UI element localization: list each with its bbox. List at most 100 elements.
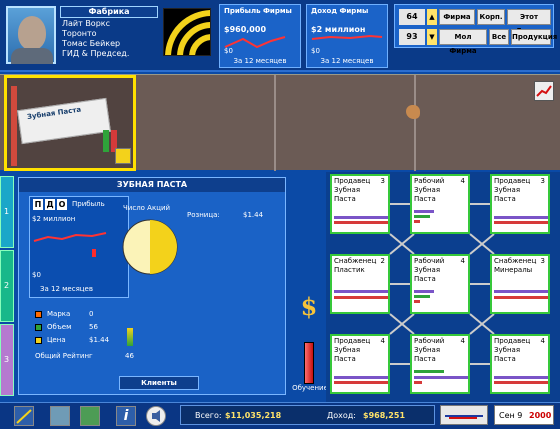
speaker-icon[interactable] (146, 406, 166, 426)
volume-value: 56 (89, 323, 98, 331)
income-footer: За 12 месяцев (320, 57, 374, 65)
pdo-p-button[interactable]: П (33, 199, 43, 210)
unit-sales-3[interactable]: Продавец 4 Зубная Паста (330, 334, 390, 394)
toothpaste-unit-cell[interactable]: Зубная Паста (4, 75, 136, 171)
tab-2[interactable]: 2 (0, 250, 14, 322)
world-icon[interactable] (80, 406, 100, 426)
unit-line-1: Зубная (494, 186, 521, 194)
toothpaste-box: Зубная Паста (17, 97, 111, 145)
product-title: ЗУБНАЯ ПАСТА (19, 178, 285, 192)
rating-label: Общий Рейтинг (35, 352, 93, 360)
rating-value: 46 (125, 352, 134, 360)
unit-number: 3 (540, 257, 545, 265)
unit-sales-4[interactable]: Продавец 4 Зубная Паста (490, 334, 550, 394)
income-label: Доход: (327, 411, 356, 420)
unit-worker-3[interactable]: Рабочий 4 Зубная Паста (410, 334, 470, 394)
chart-icon[interactable] (14, 406, 34, 426)
empty-cell-2[interactable] (276, 75, 416, 171)
retail-value: $1.44 (243, 211, 264, 219)
date-year: 2000 (529, 411, 552, 420)
tab-2-label: 2 (4, 281, 10, 290)
this-city-button[interactable]: Этот Город (507, 9, 551, 35)
unit-sales-2[interactable]: Продавец 3 Зубная Паста (490, 174, 550, 234)
arrow-up-icon[interactable]: ▲ (427, 9, 437, 25)
volume-swatch (35, 324, 42, 331)
unit-line-1: Минералы (494, 266, 533, 274)
profit-title: Прибыль Фирмы (224, 7, 292, 15)
corp-button[interactable]: Корп. (477, 9, 505, 25)
tab-1[interactable]: 1 (0, 176, 14, 248)
training-bar (304, 342, 314, 384)
empty-cell-3[interactable] (406, 75, 560, 171)
retail-label: Розница: (187, 211, 220, 219)
tab-3-label: 3 (4, 355, 10, 364)
unit-line-1: Зубная (334, 186, 361, 194)
date-display: Сен 9 2000 (494, 405, 554, 425)
mini-graph[interactable] (440, 405, 488, 425)
unit-number: 4 (540, 337, 545, 345)
rating-bar (127, 328, 133, 346)
unit-worker-2[interactable]: Рабочий 4 Зубная Паста (410, 254, 470, 314)
all-button[interactable]: Все (489, 29, 509, 45)
my-firm-button[interactable]: Мол Фирма (439, 29, 487, 55)
shares-pie-chart (121, 218, 179, 276)
tab-1-label: 1 (4, 207, 10, 216)
profit-stat-panel[interactable]: Прибыль Фирмы $960,000 $0 За 12 месяцев (219, 4, 301, 68)
unit-number: 4 (460, 337, 465, 345)
unit-line-1: Зубная (334, 346, 361, 354)
dollar-icon[interactable]: $ (298, 292, 320, 322)
pdo-d-button[interactable]: Д (45, 199, 55, 210)
unit-sales-1[interactable]: Продавец 3 Зубная Паста (330, 174, 390, 234)
clients-button[interactable]: Клиенты (119, 376, 199, 390)
ceo-face (18, 16, 46, 50)
ceo-title: ГИД & Председ. (62, 49, 130, 58)
ceo-suit (11, 48, 53, 64)
arrow-down-icon[interactable]: ▼ (427, 29, 437, 45)
price-swatch (35, 337, 42, 344)
product-chart-box: П Д О Прибыль $2 миллион $0 За 12 месяце… (29, 196, 129, 298)
products-button[interactable]: Продукция (511, 29, 557, 45)
map-icon[interactable] (50, 406, 70, 426)
income-title: Доход Фирмы (311, 7, 369, 15)
company-logo (163, 8, 211, 56)
unit-number: 3 (380, 177, 385, 185)
unit-line-2: Паста (334, 195, 356, 203)
unit-purchase-1[interactable]: Снабженец 2 Пластик (330, 254, 390, 314)
shares-label: Число Акций (123, 204, 171, 212)
total-label: Всего: (195, 411, 222, 420)
product-chart-zero: $0 (32, 271, 41, 279)
info-icon[interactable]: i (116, 406, 136, 426)
tab-3[interactable]: 3 (0, 324, 14, 396)
unit-purchase-2[interactable]: Снабженец 3 Минералы (490, 254, 550, 314)
firm-count: 64 (399, 9, 425, 25)
unit-worker-1[interactable]: Рабочий 4 Зубная Паста (410, 174, 470, 234)
unit-line-1: Зубная (494, 346, 521, 354)
income-stat-panel[interactable]: Доход Фирмы $2 миллион $0 За 12 месяцев (306, 4, 388, 68)
product-chart-value: $2 миллион (32, 215, 76, 223)
profit-footer: За 12 месяцев (233, 57, 287, 65)
brand-value: 0 (89, 310, 94, 318)
company-name: Лайт Воркс (62, 19, 111, 28)
brand-label: Марка (47, 310, 71, 318)
product-profit-graph (33, 232, 107, 257)
unit-line-1: Зубная (414, 346, 441, 354)
product-profit-label: Прибыль (72, 200, 105, 208)
company-info: Фабрика Лайт Воркс Торонто Томас Бейкер … (60, 6, 158, 68)
product-count: 93 (399, 29, 425, 45)
firm-button[interactable]: Фирма (439, 9, 475, 25)
product-period: За 12 месяцев (40, 285, 93, 293)
totals-panel: Всего: $11,035,218 Доход: $968,251 (180, 405, 435, 425)
view-buttons-panel: 64 ▲ Фирма Корп. Этот Город 93 ▼ Мол Фир… (394, 4, 557, 55)
unit-line-1: Зубная (414, 266, 441, 274)
empty-cell-1[interactable] (136, 75, 276, 171)
unit-line-1: Пластик (334, 266, 365, 274)
unit-number: 3 (540, 177, 545, 185)
chart-icon[interactable] (534, 81, 554, 101)
hand-cursor-icon (406, 105, 420, 119)
unit-line-2: Паста (334, 355, 356, 363)
pdo-o-button[interactable]: О (57, 199, 67, 210)
unit-number: 2 (380, 257, 385, 265)
price-value: $1.44 (89, 336, 110, 344)
ceo-portrait (6, 6, 56, 64)
profit-zero: $0 (224, 47, 233, 55)
